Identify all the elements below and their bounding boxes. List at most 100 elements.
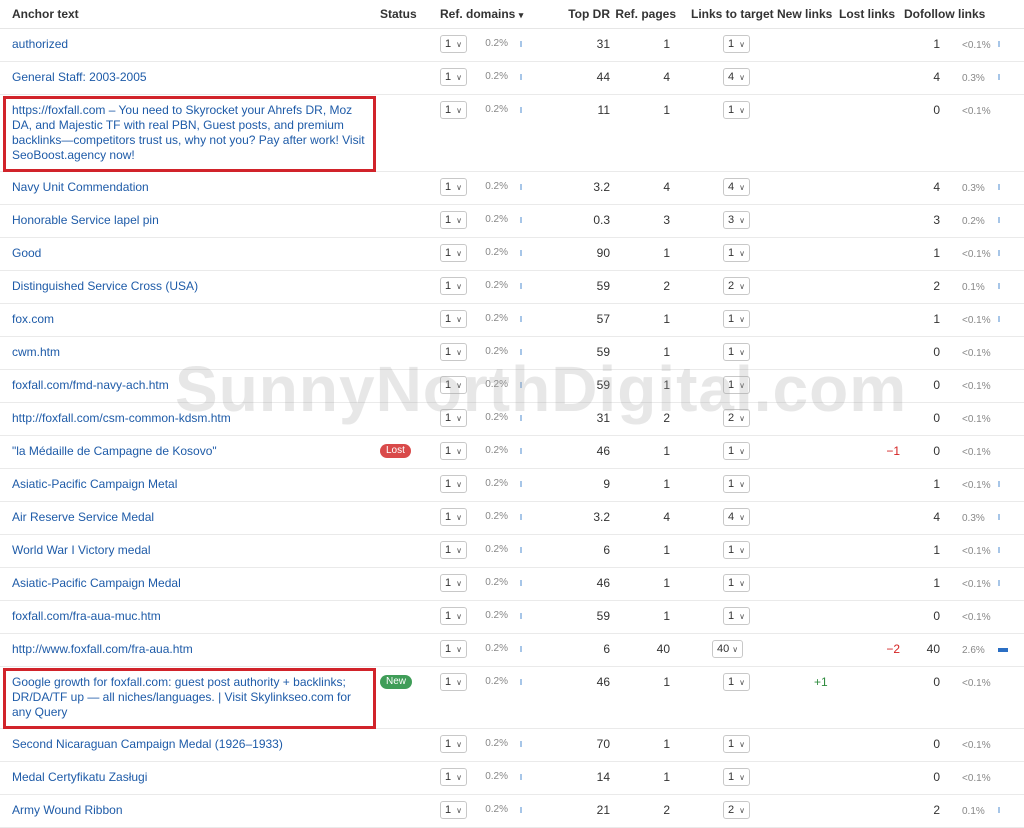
links-to-target-dropdown[interactable]: 40 ∨	[712, 640, 744, 658]
anchor-link[interactable]: https://foxfall.com – You need to Skyroc…	[0, 103, 374, 163]
anchor-link[interactable]: Google growth for foxfall.com: guest pos…	[0, 675, 374, 720]
dofollow-pct: <0.1%	[962, 106, 991, 117]
anchor-link[interactable]: Medal Certyfikatu Zasługi	[0, 770, 374, 785]
col-ref-pages[interactable]: Ref. pages	[610, 0, 678, 29]
links-to-target-dropdown[interactable]: 1 ∨	[723, 673, 750, 691]
links-to-target-dropdown[interactable]: 1 ∨	[723, 607, 750, 625]
ref-domains-pct: 0.2%	[485, 247, 508, 258]
anchor-link[interactable]: foxfall.com/fra-aua-muc.htm	[0, 609, 374, 624]
anchor-link[interactable]: Honorable Service lapel pin	[0, 213, 374, 228]
links-to-target-dropdown[interactable]: 4 ∨	[723, 68, 750, 86]
col-links-to-target[interactable]: Links to target	[678, 0, 774, 29]
ref-domains-dropdown[interactable]: 1 ∨	[440, 640, 467, 658]
links-to-target-dropdown[interactable]: 1 ∨	[723, 376, 750, 394]
ref-domains-dropdown[interactable]: 1 ∨	[440, 376, 467, 394]
links-to-target-dropdown[interactable]: 1 ∨	[723, 541, 750, 559]
col-ref-domains[interactable]: Ref. domains ▾	[440, 0, 560, 29]
ref-domains-pct: 0.2%	[485, 445, 508, 456]
anchor-link[interactable]: Good	[0, 246, 374, 261]
ref-domains-dropdown[interactable]: 1 ∨	[440, 101, 467, 119]
ref-domains-pct: 0.2%	[485, 478, 508, 489]
table-row: fox.com 1 ∨ 0.2% 57 1 1 ∨ 1 <0.1%	[0, 303, 1024, 337]
chevron-down-icon: ∨	[456, 512, 462, 522]
col-dofollow-links[interactable]: Dofollow links	[902, 0, 1024, 29]
ref-domains-dropdown[interactable]: 1 ∨	[440, 541, 467, 559]
anchor-link[interactable]: Asiatic-Pacific Campaign Metal	[0, 477, 374, 492]
ref-domains-dropdown[interactable]: 1 ∨	[440, 442, 467, 460]
anchor-link[interactable]: fox.com	[0, 312, 374, 327]
ref-domains-dropdown[interactable]: 1 ∨	[440, 68, 467, 86]
links-to-target-dropdown[interactable]: 1 ∨	[723, 574, 750, 592]
anchor-link[interactable]: General Staff: 2003-2005	[0, 70, 374, 85]
table-row: http://foxfall.com/csm-common-kdsm.htm 1 ∨…	[0, 402, 1024, 436]
chevron-down-icon: ∨	[739, 39, 745, 49]
anchor-link[interactable]: Asiatic-Pacific Campaign Medal	[0, 576, 374, 591]
ref-domains-dropdown[interactable]: 1 ∨	[440, 574, 467, 592]
ref-domains-value: 1	[445, 213, 452, 226]
ref-domains-dropdown[interactable]: 1 ∨	[440, 178, 467, 196]
col-status[interactable]: Status	[374, 0, 440, 29]
ref-domains-bar	[520, 415, 522, 421]
anchor-link[interactable]: Second Nicaraguan Campaign Medal (1926–1…	[0, 737, 374, 752]
anchor-link[interactable]: cwm.htm	[0, 345, 374, 360]
anchor-link[interactable]: "la Médaille de Campagne de Kosovo"	[0, 444, 374, 459]
dofollow-pct: <0.1%	[962, 348, 991, 359]
links-to-target-dropdown[interactable]: 1 ∨	[723, 768, 750, 786]
links-to-target-dropdown[interactable]: 1 ∨	[723, 343, 750, 361]
col-top-dr[interactable]: Top DR	[560, 0, 610, 29]
ref-domains-dropdown[interactable]: 1 ∨	[440, 475, 467, 493]
anchor-link[interactable]: authorized	[0, 37, 374, 52]
ref-domains-dropdown[interactable]: 1 ∨	[440, 211, 467, 229]
ref-domains-dropdown[interactable]: 1 ∨	[440, 35, 467, 53]
ref-domains-dropdown[interactable]: 1 ∨	[440, 277, 467, 295]
dofollow-value: 0	[933, 770, 940, 784]
anchor-link[interactable]: Distinguished Service Cross (USA)	[0, 279, 374, 294]
links-to-target-dropdown[interactable]: 2 ∨	[723, 277, 750, 295]
ref-domains-dropdown[interactable]: 1 ∨	[440, 801, 467, 819]
anchor-link[interactable]: Army Wound Ribbon	[0, 803, 374, 818]
ref-domains-dropdown[interactable]: 1 ∨	[440, 735, 467, 753]
links-to-target-dropdown[interactable]: 1 ∨	[723, 310, 750, 328]
links-to-target-value: 4	[728, 180, 735, 193]
ref-domains-bar	[520, 481, 522, 487]
anchor-link[interactable]: Navy Unit Commendation	[0, 180, 374, 195]
ref-domains-pct: 0.2%	[485, 804, 508, 815]
ref-domains-dropdown[interactable]: 1 ∨	[440, 244, 467, 262]
ref-domains-dropdown[interactable]: 1 ∨	[440, 673, 467, 691]
ref-domains-value: 1	[445, 103, 452, 116]
links-to-target-dropdown[interactable]: 1 ∨	[723, 735, 750, 753]
chevron-down-icon: ∨	[456, 413, 462, 423]
ref-pages-value: 4	[663, 510, 670, 524]
anchor-link[interactable]: foxfall.com/fmd-navy-ach.htm	[0, 378, 374, 393]
links-to-target-dropdown[interactable]: 4 ∨	[723, 508, 750, 526]
dofollow-value: 0	[933, 411, 940, 425]
anchor-link[interactable]: World War I Victory medal	[0, 543, 374, 558]
links-to-target-dropdown[interactable]: 1 ∨	[723, 244, 750, 262]
ref-domains-dropdown[interactable]: 1 ∨	[440, 607, 467, 625]
ref-domains-dropdown[interactable]: 1 ∨	[440, 343, 467, 361]
col-anchor-text[interactable]: Anchor text	[0, 0, 374, 29]
top-dr-value: 59	[596, 378, 610, 392]
dofollow-bar	[998, 580, 1000, 586]
ref-domains-pct: 0.2%	[485, 771, 508, 782]
links-to-target-dropdown[interactable]: 1 ∨	[723, 475, 750, 493]
ref-domains-dropdown[interactable]: 1 ∨	[440, 508, 467, 526]
chevron-down-icon: ∨	[739, 248, 745, 258]
links-to-target-dropdown[interactable]: 4 ∨	[723, 178, 750, 196]
dofollow-pct: 0.1%	[962, 806, 985, 817]
anchor-link[interactable]: http://foxfall.com/csm-common-kdsm.htm	[0, 411, 374, 426]
ref-domains-dropdown[interactable]: 1 ∨	[440, 768, 467, 786]
anchor-link[interactable]: Air Reserve Service Medal	[0, 510, 374, 525]
ref-domains-dropdown[interactable]: 1 ∨	[440, 310, 467, 328]
links-to-target-dropdown[interactable]: 1 ∨	[723, 35, 750, 53]
ref-domains-bar	[520, 807, 522, 813]
links-to-target-dropdown[interactable]: 1 ∨	[723, 442, 750, 460]
col-lost-links[interactable]: Lost links	[834, 0, 902, 29]
ref-domains-dropdown[interactable]: 1 ∨	[440, 409, 467, 427]
links-to-target-dropdown[interactable]: 1 ∨	[723, 101, 750, 119]
links-to-target-dropdown[interactable]: 2 ∨	[723, 801, 750, 819]
col-new-links[interactable]: New links	[774, 0, 834, 29]
anchor-link[interactable]: http://www.foxfall.com/fra-aua.htm	[0, 642, 374, 657]
links-to-target-dropdown[interactable]: 3 ∨	[723, 211, 750, 229]
links-to-target-dropdown[interactable]: 2 ∨	[723, 409, 750, 427]
